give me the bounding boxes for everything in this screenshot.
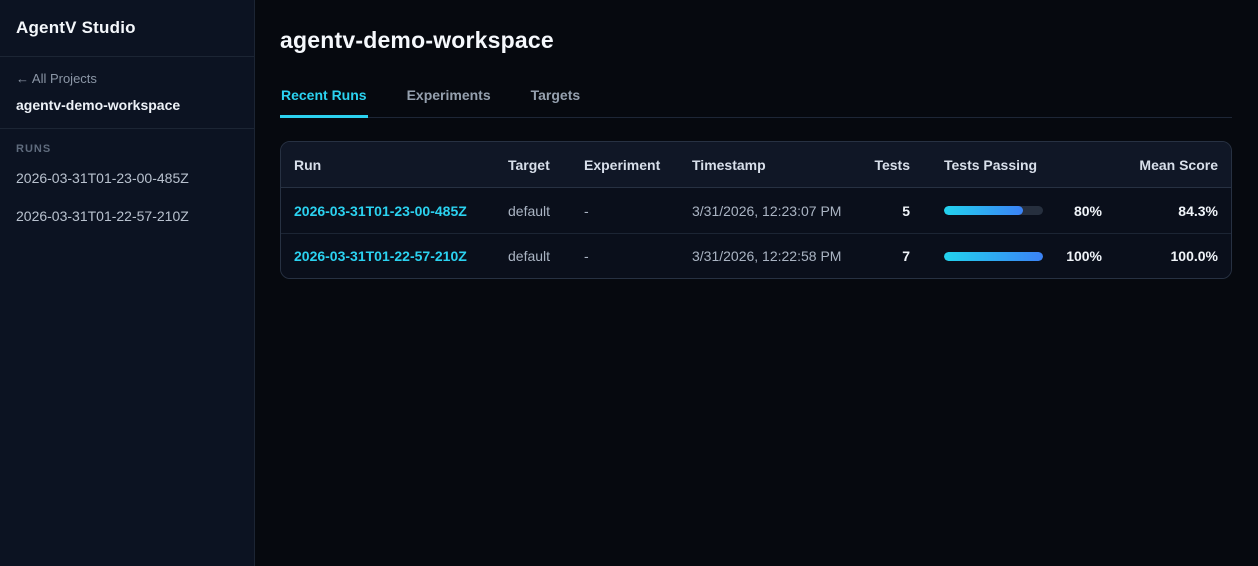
target-cell: default bbox=[508, 248, 551, 264]
table-header-row: Run Target Experiment Timestamp Tests Te… bbox=[281, 142, 1231, 188]
sidebar-project-name: agentv-demo-workspace bbox=[16, 97, 181, 113]
tests-count-cell: 7 bbox=[902, 248, 910, 264]
sidebar-project-section: ← All Projects agentv-demo-workspace bbox=[0, 57, 254, 129]
tests-passing-cell: 80% bbox=[910, 203, 1102, 219]
tests-passing-progress-fill bbox=[944, 251, 1043, 261]
sidebar-run-item[interactable]: 2026-03-31T01-23-00-485Z bbox=[16, 170, 238, 186]
run-link[interactable]: 2026-03-31T01-23-00-485Z bbox=[294, 203, 467, 219]
tests-passing-progress-fill bbox=[944, 206, 1024, 215]
tests-passing-progress-bar bbox=[944, 251, 1043, 261]
column-header-target: Target bbox=[508, 156, 550, 173]
tests-passing-percent: 100% bbox=[1066, 248, 1102, 264]
mean-score-cell: 84.3% bbox=[1178, 202, 1218, 219]
tab-experiments[interactable]: Experiments bbox=[406, 87, 492, 118]
app-window: AgentV Studio ← All Projects agentv-demo… bbox=[0, 0, 1258, 566]
mean-score-cell: 100.0% bbox=[1170, 248, 1218, 264]
tests-passing-progress-bar bbox=[944, 206, 1043, 215]
column-header-run: Run bbox=[294, 156, 322, 173]
column-header-timestamp: Timestamp bbox=[692, 156, 766, 173]
column-header-tests: Tests bbox=[874, 156, 910, 173]
tab-recent-runs[interactable]: Recent Runs bbox=[280, 87, 368, 118]
page-title: agentv-demo-workspace bbox=[280, 27, 554, 53]
experiment-cell: - bbox=[584, 202, 589, 219]
tests-passing-percent: 80% bbox=[1073, 202, 1102, 219]
all-projects-link[interactable]: ← All Projects bbox=[16, 71, 238, 86]
sidebar-run-item[interactable]: 2026-03-31T01-22-57-210Z bbox=[16, 208, 238, 224]
tests-passing-cell: 100% bbox=[910, 248, 1102, 264]
tab-bar: Recent Runs Experiments Targets bbox=[280, 87, 1232, 118]
runs-section-label: RUNS bbox=[16, 143, 52, 155]
experiment-cell: - bbox=[584, 248, 589, 264]
timestamp-cell: 3/31/2026, 12:23:07 PM bbox=[692, 202, 842, 219]
run-link[interactable]: 2026-03-31T01-22-57-210Z bbox=[294, 248, 467, 264]
target-cell: default bbox=[508, 202, 551, 219]
column-header-experiment: Experiment bbox=[584, 156, 661, 173]
app-title: AgentV Studio bbox=[16, 18, 136, 37]
table-row: 2026-03-31T01-22-57-210Z default - 3/31/… bbox=[281, 233, 1231, 278]
main-content: agentv-demo-workspace Recent Runs Experi… bbox=[255, 0, 1258, 566]
sidebar-header: AgentV Studio bbox=[0, 0, 254, 57]
tests-count-cell: 5 bbox=[902, 202, 910, 219]
runs-table: Run Target Experiment Timestamp Tests Te… bbox=[280, 141, 1232, 279]
tab-targets[interactable]: Targets bbox=[530, 87, 582, 118]
timestamp-cell: 3/31/2026, 12:22:58 PM bbox=[692, 248, 842, 264]
sidebar-runs-section: RUNS 2026-03-31T01-23-00-485Z 2026-03-31… bbox=[0, 129, 254, 260]
column-header-tests-passing: Tests Passing bbox=[944, 156, 1038, 173]
table-row: 2026-03-31T01-23-00-485Z default - 3/31/… bbox=[281, 188, 1231, 233]
column-header-mean-score: Mean Score bbox=[1139, 156, 1218, 173]
sidebar: AgentV Studio ← All Projects agentv-demo… bbox=[0, 0, 255, 566]
